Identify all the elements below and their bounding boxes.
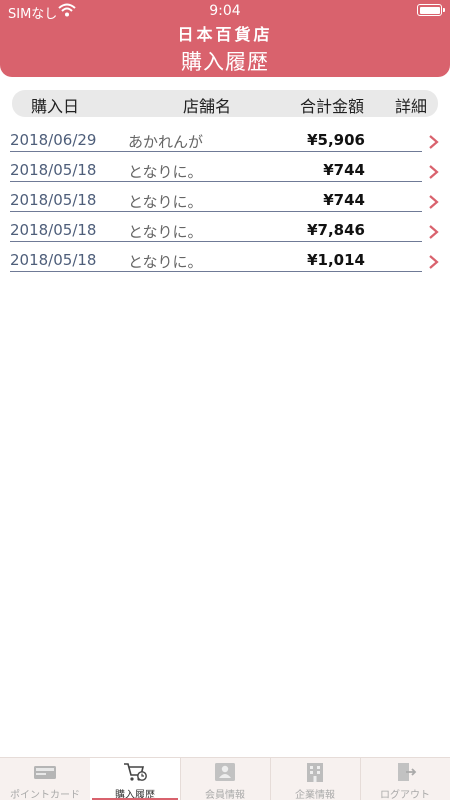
status-time: 9:04 [209, 3, 241, 19]
tab-company-info[interactable]: 企業情報 [270, 758, 360, 800]
shop-name: となりに。 [128, 253, 203, 271]
chevron-right-icon[interactable] [428, 194, 439, 210]
total-amount: ¥5,906 [307, 131, 365, 149]
row-divider [10, 211, 422, 212]
purchase-row[interactable]: 2018/05/18 となりに。 ¥1,014 [0, 248, 450, 278]
tab-label: ログアウト [380, 790, 430, 800]
tab-member-info[interactable]: 会員情報 [180, 758, 270, 800]
tab-label: ポイントカード [10, 790, 80, 800]
shop-name: となりに。 [128, 223, 203, 241]
app-header: SIMなし 9:04 日本百貨店 購入履歴 [0, 0, 450, 77]
tab-label: 会員情報 [205, 790, 245, 800]
purchase-list: 2018/06/29 あかれんが ¥5,906 2018/05/18 となりに。… [0, 128, 450, 278]
column-header-date: 購入日 [31, 97, 80, 116]
point-card-icon [34, 766, 56, 779]
status-bar: SIMなし 9:04 [0, 0, 450, 22]
purchase-date: 2018/05/18 [10, 251, 97, 269]
row-divider [10, 151, 422, 152]
battery-icon [417, 4, 445, 16]
purchase-date: 2018/05/18 [10, 221, 97, 239]
column-header-shop: 店舗名 [183, 97, 232, 116]
shop-name: となりに。 [128, 193, 203, 211]
total-amount: ¥1,014 [307, 251, 365, 269]
purchase-row[interactable]: 2018/05/18 となりに。 ¥744 [0, 158, 450, 188]
purchase-row[interactable]: 2018/05/18 となりに。 ¥744 [0, 188, 450, 218]
building-icon [307, 763, 323, 782]
tab-label: 企業情報 [295, 790, 335, 800]
brand-logo: 日本百貨店 [177, 25, 273, 44]
shop-name: あかれんが [128, 133, 204, 151]
chevron-right-icon[interactable] [428, 164, 439, 180]
member-card-icon [215, 763, 235, 781]
purchase-row[interactable]: 2018/05/18 となりに。 ¥7,846 [0, 218, 450, 248]
purchase-date: 2018/05/18 [10, 161, 97, 179]
total-amount: ¥744 [323, 191, 365, 209]
chevron-right-icon[interactable] [428, 254, 439, 270]
bottom-tab-bar: ポイントカード 購入履歴 会員情報 企業情報 ログアウト [0, 757, 450, 800]
tab-purchase-history[interactable]: 購入履歴 [90, 758, 180, 800]
column-header-detail: 詳細 [395, 97, 428, 116]
shop-name: となりに。 [128, 163, 203, 181]
chevron-right-icon[interactable] [428, 134, 439, 150]
tab-point-card[interactable]: ポイントカード [0, 758, 90, 800]
column-header-bar: 購入日 店舗名 合計金額 詳細 [12, 90, 438, 117]
column-header-total: 合計金額 [300, 97, 365, 116]
purchase-date: 2018/05/18 [10, 191, 97, 209]
page-title: 購入履歴 [181, 50, 269, 74]
row-divider [10, 241, 422, 242]
chevron-right-icon[interactable] [428, 224, 439, 240]
logout-icon [398, 763, 417, 781]
purchase-date: 2018/06/29 [10, 131, 97, 149]
row-divider [10, 181, 422, 182]
total-amount: ¥7,846 [307, 221, 365, 239]
cart-clock-icon [124, 763, 147, 781]
purchase-row[interactable]: 2018/06/29 あかれんが ¥5,906 [0, 128, 450, 158]
row-divider [10, 271, 422, 272]
total-amount: ¥744 [323, 161, 365, 179]
tab-logout[interactable]: ログアウト [360, 758, 450, 800]
